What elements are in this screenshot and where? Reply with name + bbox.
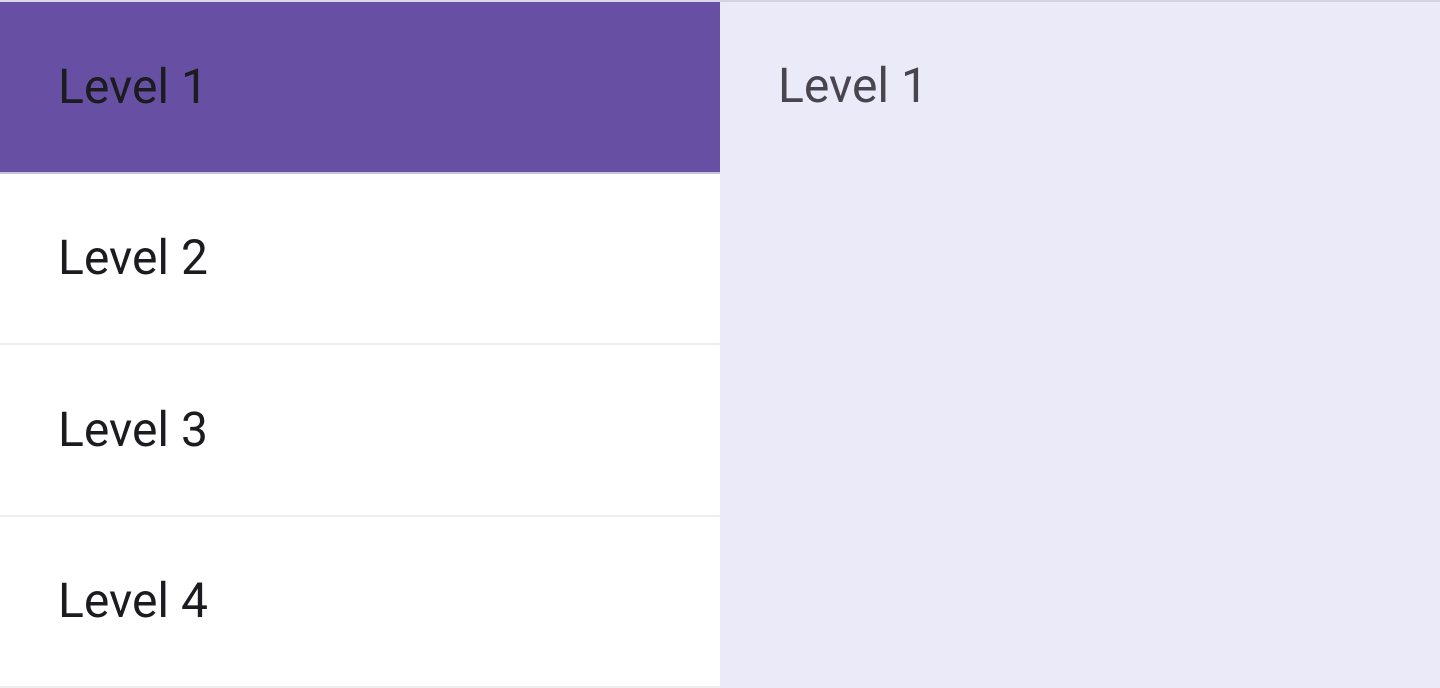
app-container: Level 1 Level 2 Level 3 Level 4 Level 1 bbox=[0, 0, 1440, 688]
detail-title: Level 1 bbox=[778, 62, 1382, 110]
level-item-label: Level 3 bbox=[58, 406, 208, 454]
level-item-label: Level 4 bbox=[58, 577, 208, 625]
level-item-label: Level 1 bbox=[58, 63, 208, 111]
level-item-3[interactable]: Level 3 bbox=[0, 345, 720, 517]
level-item-4[interactable]: Level 4 bbox=[0, 517, 720, 688]
level-list: Level 1 Level 2 Level 3 Level 4 bbox=[0, 0, 720, 688]
detail-panel: Level 1 bbox=[720, 0, 1440, 688]
level-item-1[interactable]: Level 1 bbox=[0, 2, 720, 174]
level-item-2[interactable]: Level 2 bbox=[0, 174, 720, 346]
level-item-label: Level 2 bbox=[58, 234, 208, 282]
